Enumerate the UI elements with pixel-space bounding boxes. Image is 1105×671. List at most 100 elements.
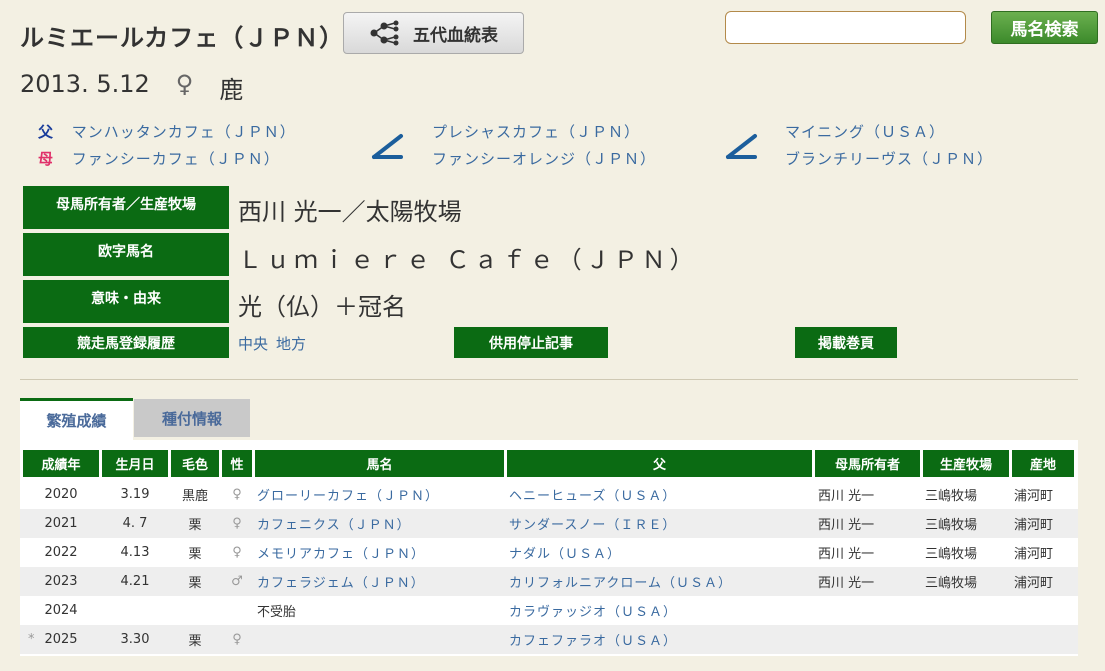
col-header-name: 馬名 [255, 450, 504, 477]
section-divider [20, 379, 1078, 380]
row-name-link[interactable]: グローリーカフェ（ＪＰＮ） [257, 485, 439, 504]
row-sire-link[interactable]: サンダースノー（ＩＲＥ） [509, 514, 676, 533]
table-row: * 2025 3.30 栗 ♀ カフェファラオ（ＵＳＡ） [20, 625, 1078, 654]
meaning-label: 意味・由来 [23, 280, 229, 323]
horse-name-title: ルミエールカフェ（ＪＰＮ） [20, 24, 345, 52]
breeding-table: 成績年 生月日 毛色 性 馬名 父 母馬所有者 生産牧場 産地 2020 3.1… [20, 440, 1078, 656]
row-name-link[interactable]: カフェラジェム（ＪＰＮ） [257, 572, 425, 591]
col-header-place: 産地 [1012, 450, 1074, 477]
row-farm: 三嶋牧場 [925, 518, 978, 533]
row-year: 2021 [44, 516, 78, 531]
tab-breeding-record[interactable]: 繁殖成績 [20, 398, 133, 440]
meaning-value: 光（仏）＋冠名 [238, 293, 406, 321]
registry-central-link[interactable]: 中央 [238, 333, 268, 354]
dam-dam-sire-link[interactable]: マイニング（ＵＳＡ） [785, 123, 945, 141]
row-year: 2025 [44, 632, 78, 647]
table-row: 2020 3.19 黒鹿 ♀ グローリーカフェ（ＪＰＮ） ヘニーヒューズ（ＵＳＡ… [20, 480, 1078, 509]
owner-label: 母馬所有者／生産牧場 [23, 186, 229, 229]
roman-name-value: Ｌｕｍｉｅｒｅ Ｃａｆｅ（ＪＰＮ） [238, 246, 698, 274]
registry-label: 競走馬登録履歴 [23, 327, 229, 358]
registry-local-link[interactable]: 地方 [276, 333, 306, 354]
row-farm: 三嶋牧場 [925, 489, 978, 504]
row-sire: カリフォルニアクローム（ＵＳＡ） [509, 567, 732, 596]
row-sire-link[interactable]: カリフォルニアクローム（ＵＳＡ） [509, 572, 732, 591]
row-sire: サンダースノー（ＩＲＥ） [509, 509, 676, 538]
row-sire: ナダル（ＵＳＡ） [509, 538, 621, 567]
roman-name-label: 欧字馬名 [23, 233, 229, 276]
table-row: 2024 不受胎 カラヴァッジオ（ＵＳＡ） [20, 596, 1078, 625]
row-color [171, 596, 219, 625]
row-sire-link[interactable]: ヘニーヒューズ（ＵＳＡ） [509, 485, 676, 504]
row-sex [222, 596, 252, 625]
row-sire-link[interactable]: ナダル（ＵＳＡ） [509, 543, 621, 562]
row-color: 栗 [188, 547, 202, 562]
dam-dam-sire-line: マイニング（ＵＳＡ） [785, 121, 945, 142]
row-owner: 西川 光一 [818, 547, 875, 562]
row-name: カフェラジェム（ＪＰＮ） [257, 567, 425, 596]
dam-line: 母 ファンシーカフェ（ＪＰＮ） [38, 148, 280, 169]
row-color: 黒鹿 [181, 489, 208, 504]
row-sire-link[interactable]: カラヴァッジオ（ＵＳＡ） [509, 601, 677, 620]
row-year: 2020 [44, 487, 78, 502]
col-header-owner: 母馬所有者 [815, 450, 920, 477]
row-farm: 三嶋牧場 [925, 547, 978, 562]
pedigree-tree-icon [370, 20, 399, 46]
volume-page-button[interactable]: 掲載巻頁 [795, 327, 897, 358]
dam-dam-dam-link[interactable]: ブランチリーヴス（ＪＰＮ） [785, 150, 993, 168]
row-year: 2024 [44, 603, 78, 618]
row-name-link[interactable]: メモリアカフェ（ＪＰＮ） [257, 543, 425, 562]
row-name: メモリアカフェ（ＪＰＮ） [257, 538, 425, 567]
dam-sire-link[interactable]: プレシャスカフェ（ＪＰＮ） [432, 123, 640, 141]
sire-line: 父 マンハッタンカフェ（ＪＰＮ） [38, 121, 296, 142]
col-header-farm: 生産牧場 [923, 450, 1009, 477]
row-owner: 西川 光一 [818, 489, 875, 504]
row-name-link[interactable]: カフェニクス（ＪＰＮ） [257, 514, 411, 533]
row-sex: ♀ [232, 545, 242, 560]
row-name: グローリーカフェ（ＪＰＮ） [257, 480, 439, 509]
row-place: 浦河町 [1014, 489, 1054, 504]
stop-service-button[interactable]: 供用停止記事 [454, 327, 608, 358]
registry-links: 中央 地方 [238, 333, 306, 354]
row-sex: ♀ [232, 632, 242, 647]
row-sex: ♀ [232, 516, 242, 531]
dam-arrow-icon [371, 130, 405, 160]
row-place: 浦河町 [1014, 518, 1054, 533]
col-header-sire: 父 [507, 450, 812, 477]
row-name: 不受胎 [257, 605, 297, 620]
dam-dam-link[interactable]: ファンシーオレンジ（ＪＰＮ） [432, 150, 656, 168]
row-date: 4.13 [120, 545, 150, 560]
row-date [102, 596, 168, 625]
row-place: 浦河町 [1014, 547, 1054, 562]
dam-link[interactable]: ファンシーカフェ（ＪＰＮ） [72, 150, 280, 168]
table-row: 2022 4.13 栗 ♀ メモリアカフェ（ＪＰＮ） ナダル（ＵＳＡ） 西川 光… [20, 538, 1078, 567]
row-sire: カフェファラオ（ＵＳＡ） [509, 625, 677, 654]
dam-tag: 母 [38, 150, 55, 168]
row-date: 3.30 [120, 632, 150, 647]
row-date: 4.21 [120, 574, 150, 589]
row-year: 2022 [44, 545, 78, 560]
col-header-date: 生月日 [102, 450, 168, 477]
row-color: 栗 [188, 576, 202, 591]
tab-mating-info[interactable]: 種付情報 [134, 399, 250, 437]
table-row: 2021 4. 7 栗 ♀ カフェニクス（ＪＰＮ） サンダースノー（ＩＲＥ） 西… [20, 509, 1078, 538]
birth-info: 2013. 5.12 ♀ 鹿 [20, 70, 243, 105]
row-farm: 三嶋牧場 [925, 576, 978, 591]
table-row: 2023 4.21 栗 ♂ カフェラジェム（ＪＰＮ） カリフォルニアクローム（Ｕ… [20, 567, 1078, 596]
horse-search-input[interactable] [725, 11, 966, 44]
sire-link[interactable]: マンハッタンカフェ（ＪＰＮ） [72, 123, 296, 141]
dam-dam-dam-line: ブランチリーヴス（ＪＰＮ） [785, 148, 993, 169]
row-sire-link[interactable]: カフェファラオ（ＵＳＡ） [509, 630, 677, 649]
row-sire: ヘニーヒューズ（ＵＳＡ） [509, 480, 676, 509]
row-color: 栗 [188, 518, 202, 533]
col-header-color: 毛色 [171, 450, 219, 477]
pedigree-button[interactable]: 五代血統表 [343, 12, 524, 54]
row-color: 栗 [188, 634, 202, 649]
pedigree-button-label: 五代血統表 [413, 25, 498, 46]
birth-date: 2013. 5.12 [20, 70, 150, 98]
row-sire: カラヴァッジオ（ＵＳＡ） [509, 596, 677, 625]
horse-search-button[interactable]: 馬名検索 [991, 11, 1098, 44]
sire-tag: 父 [38, 123, 55, 141]
dam-dam-line: ファンシーオレンジ（ＪＰＮ） [432, 148, 656, 169]
row-name: カフェニクス（ＪＰＮ） [257, 509, 411, 538]
row-owner: 西川 光一 [818, 518, 875, 533]
